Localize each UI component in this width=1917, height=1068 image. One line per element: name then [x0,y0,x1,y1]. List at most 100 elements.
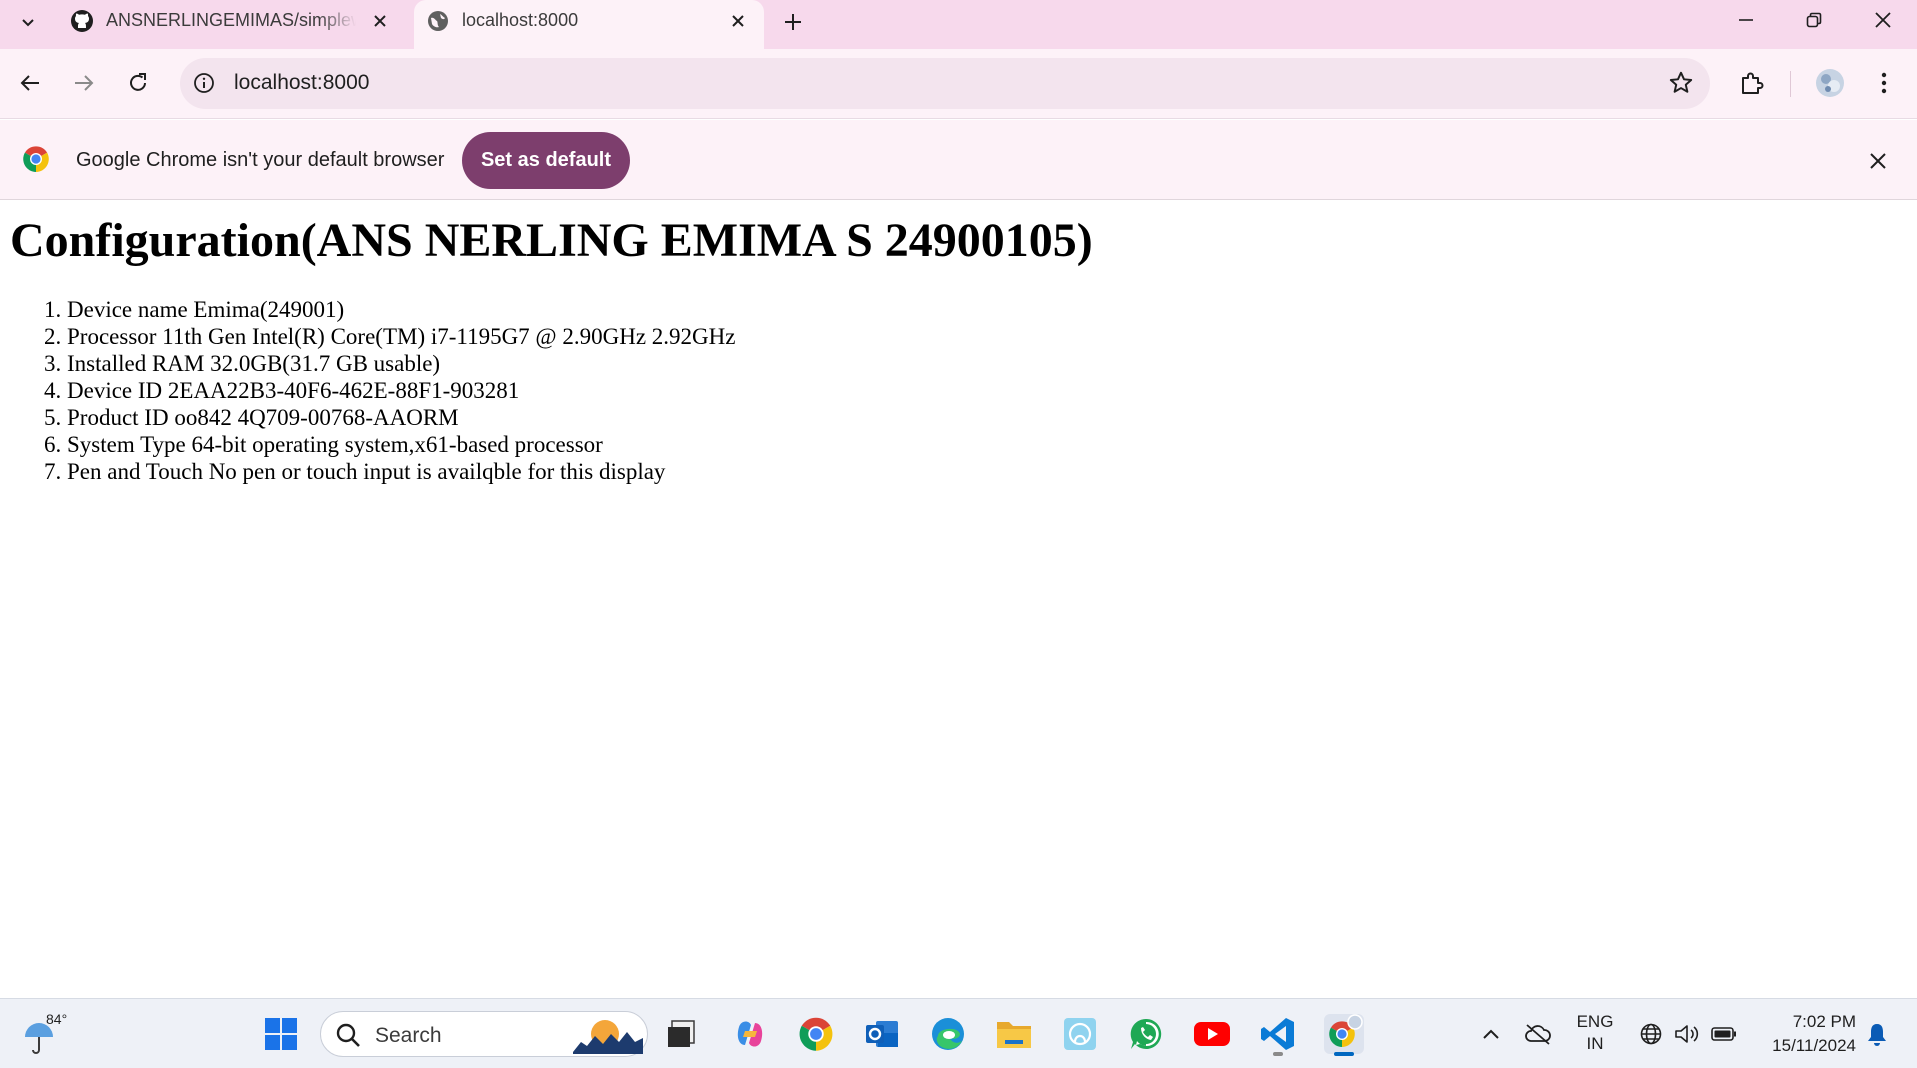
close-window-button[interactable] [1853,0,1913,40]
plus-icon [785,14,801,30]
list-item: 6. System Type 64-bit operating system,x… [44,432,603,457]
speaker-icon [1675,1025,1699,1043]
tab-localhost[interactable]: localhost:8000 [414,0,764,49]
clock-time: 7:02 PM [1792,1012,1856,1031]
reload-button[interactable] [120,65,156,101]
tab-strip: ANSNERLINGEMIMAS/simpleweb localhost:800… [0,0,1917,49]
bell-icon [1868,1024,1886,1046]
infobar-message: Google Chrome isn't your default browser [76,149,445,171]
avatar [1816,69,1844,97]
taskbar-app-folder[interactable] [990,1009,1038,1059]
chrome-logo-icon [23,146,49,172]
start-button[interactable] [257,1009,305,1059]
show-hidden-icons-button[interactable] [1476,1009,1506,1059]
taskbar-app-vscode[interactable] [1254,1009,1302,1059]
extensions-button[interactable] [1732,63,1772,103]
taskbar-app-youtube[interactable] [1188,1009,1236,1059]
reload-icon [130,73,146,91]
taskbar-app-chrome-profile[interactable] [1320,1009,1368,1059]
search-icon [336,1023,360,1047]
restore-button[interactable] [1784,0,1844,40]
tab-github[interactable]: ANSNERLINGEMIMAS/simpleweb [58,0,406,49]
taskbar-clock[interactable]: 7:02 PM 15/11/2024 [1752,1010,1856,1058]
web-page: Configuration(ANS NERLING EMIMA S 249001… [0,201,1917,998]
taskbar-app-edge[interactable] [924,1009,972,1059]
minimize-icon [1739,19,1753,21]
folder-icon [997,1022,1031,1048]
taskbar-search[interactable]: Search [320,1011,648,1057]
photos-icon [1064,1018,1096,1050]
page-title: Configuration(ANS NERLING EMIMA S 249001… [10,214,1093,267]
edge-icon [932,1018,964,1050]
default-browser-infobar: Google Chrome isn't your default browser… [0,120,1917,200]
volume-button[interactable] [1672,1009,1702,1059]
language-code: ENG [1576,1012,1614,1031]
puzzle-icon [1742,72,1764,94]
weather-widget[interactable]: 84° [22,1009,82,1059]
address-bar[interactable]: localhost:8000 [180,58,1710,109]
arrow-right-icon [75,75,94,91]
taskbar-app-chrome[interactable] [792,1009,840,1059]
tab-title: ANSNERLINGEMIMAS/simpleweb [106,10,356,30]
youtube-icon [1194,1022,1230,1046]
chrome-icon [799,1017,833,1051]
chrome-profile-icon [1324,1014,1364,1054]
config-list: 1. Device name Emima(249001) 2. Processo… [44,296,735,485]
taskbar-app-photos[interactable] [1056,1009,1104,1059]
close-icon [1870,153,1886,169]
close-icon [1875,12,1891,28]
tab-search-button[interactable] [11,5,44,38]
chevron-down-icon [21,18,34,26]
new-tab-button[interactable] [778,7,808,37]
arrow-left-icon [20,75,39,91]
battery-button[interactable] [1708,1009,1740,1059]
region-code: IN [1586,1034,1604,1053]
globe-icon [428,11,448,31]
set-as-default-button[interactable]: Set as default [462,132,630,189]
chevron-up-icon [1483,1029,1499,1039]
onedrive-button[interactable] [1520,1009,1556,1059]
site-info-icon[interactable] [192,71,216,95]
address-url[interactable]: localhost:8000 [234,71,369,95]
taskbar-app-file-explorer[interactable] [658,1009,706,1059]
language-indicator[interactable]: ENG IN [1572,1011,1618,1055]
list-item: 7. Pen and Touch No pen or touch input i… [44,459,666,484]
cloud-offline-icon [1525,1024,1551,1045]
forward-button[interactable] [66,65,102,101]
network-button[interactable] [1636,1009,1666,1059]
bookmark-star-icon[interactable] [1668,70,1694,96]
list-item: 1. Device name Emima(249001) [44,297,345,322]
copilot-icon [737,1021,763,1047]
menu-button[interactable] [1864,63,1904,103]
taskbar-app-outlook[interactable] [858,1009,906,1059]
list-item: 5. Product ID oo842 4Q709-00768-AAORM [44,405,459,430]
globe-icon [1640,1023,1662,1045]
list-item: 3. Installed RAM 32.0GB(31.7 GB usable) [44,351,441,376]
search-highlight-icon [573,1020,643,1054]
weather-temperature: 84° [46,1011,68,1027]
browser-toolbar: localhost:8000 [0,49,1917,119]
running-indicator [1273,1052,1283,1056]
restore-icon [1806,12,1822,28]
notifications-button[interactable] [1862,1009,1892,1059]
battery-icon [1711,1027,1736,1041]
windows-taskbar: 84° Search ENG IN 7:02 PM 15/11/2024 [0,998,1917,1068]
back-button[interactable] [12,65,48,101]
taskbar-app-whatsapp[interactable] [1122,1009,1170,1059]
running-indicator [1334,1052,1354,1056]
windows-start-icon [265,1018,297,1050]
profile-button[interactable] [1810,63,1850,103]
github-icon [71,10,93,32]
close-tab-icon[interactable] [726,9,750,33]
vscode-icon [1261,1018,1294,1050]
minimize-button[interactable] [1716,0,1776,40]
file-explorer-icon [668,1020,695,1047]
search-placeholder: Search [375,1024,442,1047]
taskbar-app-copilot[interactable] [726,1009,774,1059]
list-item: 2. Processor 11th Gen Intel(R) Core(TM) … [44,324,736,349]
tab-title: localhost:8000 [462,10,579,30]
infobar-close-button[interactable] [1864,147,1892,175]
close-tab-icon[interactable] [368,9,392,33]
list-item: 4. Device ID 2EAA22B3-40F6-462E-88F1-903… [44,378,520,403]
clock-date: 15/11/2024 [1772,1036,1856,1055]
